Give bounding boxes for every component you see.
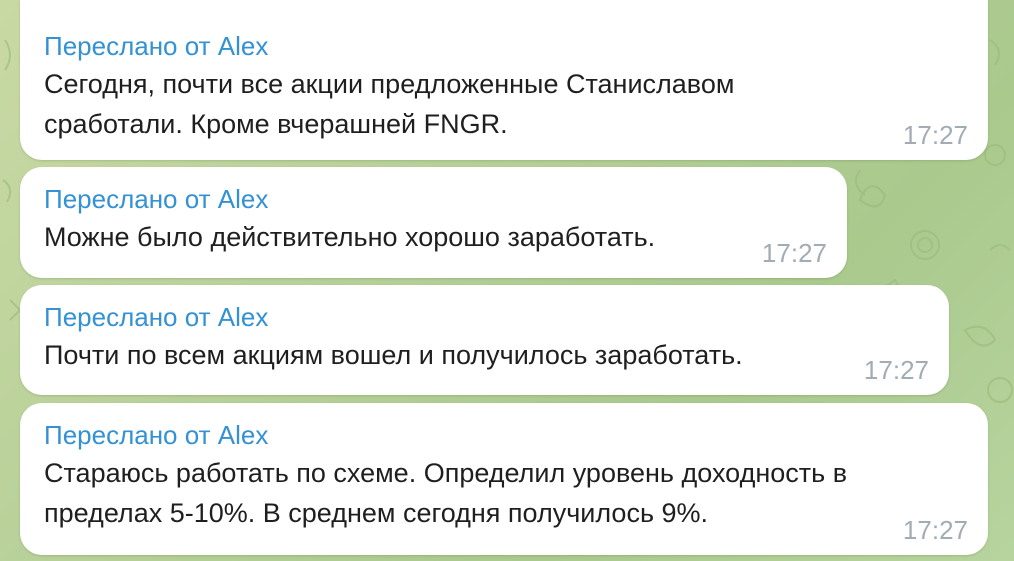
message-text-line: Сегодня, почти все акции предложенные Ст… [44, 69, 735, 99]
forwarded-from-label[interactable]: Переслано от Alex [44, 299, 927, 335]
message-text-line: Почти по всем акциям вошел и получилось … [44, 340, 743, 370]
message-text-line: пределах 5-10%. В среднем сегодня получи… [44, 498, 709, 528]
message-bubble[interactable]: Переслано от Alex Сегодня, почти все акц… [20, 0, 988, 160]
message-timestamp: 17:27 [902, 120, 968, 150]
message-bubble[interactable]: Переслано от Alex Почти по всем акциям в… [20, 285, 949, 395]
forwarded-from-label[interactable]: Переслано от Alex [44, 181, 825, 217]
message-timestamp: 17:27 [902, 515, 968, 545]
message-timestamp: 17:27 [761, 238, 827, 268]
message-text-line: Стараюсь работать по схеме. Определил ур… [44, 458, 848, 488]
message-bubble[interactable]: Переслано от Alex Стараюсь работать по с… [20, 403, 988, 555]
forwarded-from-label[interactable]: Переслано от Alex [44, 417, 966, 453]
message-bubble[interactable]: Переслано от Alex Можне было действитель… [20, 167, 847, 278]
message-timestamp: 17:27 [863, 355, 929, 385]
message-text-line: Можне было действительно хорошо заработа… [44, 222, 656, 252]
forwarded-from-label[interactable]: Переслано от Alex [44, 28, 966, 64]
message-text-line: сработали. Кроме вчерашней FNGR. [44, 109, 508, 139]
